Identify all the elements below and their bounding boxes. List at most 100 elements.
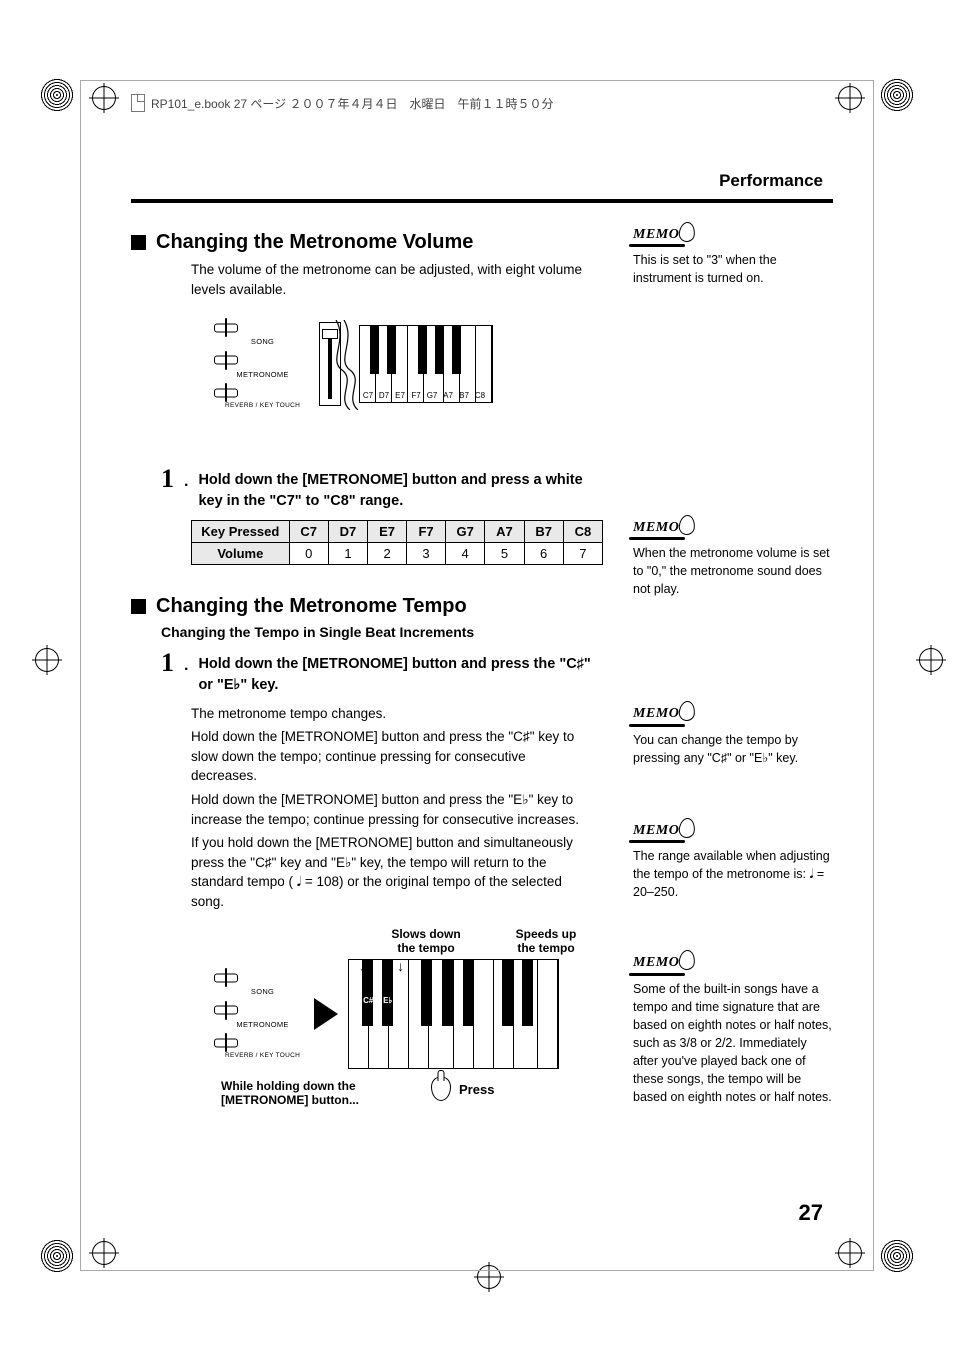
key-label: E7 xyxy=(392,391,408,400)
registration-circle-icon xyxy=(40,78,74,112)
key-label: D7 xyxy=(376,391,392,400)
keyboard-icon: ↓ ↓ C# E xyxy=(348,959,559,1069)
section-header: Performance xyxy=(131,171,833,197)
heading-bullet-icon xyxy=(131,599,146,614)
cell: 3 xyxy=(407,542,446,564)
memo-text: Some of the built-in songs have a tempo … xyxy=(633,980,833,1107)
metronome-button-icon xyxy=(225,1001,227,1020)
key-letters: C7 D7 E7 F7 G7 A7 B7 C8 xyxy=(360,391,492,400)
tempo-body: The metronome tempo changes. Hold down t… xyxy=(191,704,593,912)
step-text: Hold down the [METRONOME] button and pre… xyxy=(198,466,603,512)
p: Hold down the [METRONOME] button and pre… xyxy=(191,727,593,786)
page-number: 27 xyxy=(799,1200,823,1226)
cell: 7 xyxy=(563,542,602,564)
arrow-right-icon xyxy=(314,998,338,1030)
button-panel-icon: SONG METRONOME REVERB / KEY TOUCH xyxy=(221,963,304,1066)
heading-text: Changing the Metronome Volume xyxy=(156,231,473,254)
row-header: Volume xyxy=(192,542,290,564)
reverb-button-icon xyxy=(225,383,227,402)
col-header: E7 xyxy=(368,520,407,542)
song-button-icon xyxy=(225,968,227,987)
reverb-button-icon xyxy=(225,1033,227,1052)
hold-label: While holding down the [METRONOME] butto… xyxy=(221,1079,371,1107)
song-label: SONG xyxy=(225,338,300,346)
header-rule xyxy=(131,199,833,203)
p: Hold down the [METRONOME] button and pre… xyxy=(191,790,593,829)
registration-circle-icon xyxy=(880,1239,914,1273)
step-1-volume: 1. Hold down the [METRONOME] button and … xyxy=(161,466,603,512)
table-row: Key Pressed C7 D7 E7 F7 G7 A7 B7 C8 xyxy=(192,520,603,542)
key-label: F7 xyxy=(408,391,424,400)
page-frame: RP101_e.book 27 ページ ２００７年４月４日 水曜日 午前１１時５… xyxy=(80,80,874,1271)
row-header: Key Pressed xyxy=(192,520,290,542)
col-header: G7 xyxy=(445,520,484,542)
p: If you hold down the [METRONOME] button … xyxy=(191,833,593,911)
key-label: G7 xyxy=(424,391,440,400)
hand-press-icon xyxy=(431,1077,451,1101)
eflat-label: E♭ xyxy=(383,996,392,1005)
metronome-button-icon xyxy=(225,351,227,370)
keyboard-icon: C7 D7 E7 F7 G7 A7 B7 C8 xyxy=(359,325,493,403)
volume-table: Key Pressed C7 D7 E7 F7 G7 A7 B7 C8 Volu… xyxy=(191,520,603,565)
metronome-label: METRONOME xyxy=(225,371,300,379)
memo-icon: MEMO xyxy=(633,704,693,724)
step-text: Hold down the [METRONOME] button and pre… xyxy=(198,650,603,696)
memo-icon: MEMO xyxy=(633,225,693,245)
step-1-tempo: 1. Hold down the [METRONOME] button and … xyxy=(161,650,603,696)
col-header: A7 xyxy=(485,520,524,542)
memo-icon: MEMO xyxy=(633,821,693,841)
step-number: 1 xyxy=(161,650,174,676)
figure-tempo-keys: Slows down the tempo Speeds up the tempo… xyxy=(221,927,603,1107)
memo: MEMO Some of the built-in songs have a t… xyxy=(633,953,833,1106)
cell: 2 xyxy=(368,542,407,564)
heading-text: Changing the Metronome Tempo xyxy=(156,595,467,618)
memo-text: The range available when adjusting the t… xyxy=(633,847,833,901)
keyboard-break-icon xyxy=(330,320,360,410)
key-label: B7 xyxy=(456,391,472,400)
col-header: B7 xyxy=(524,520,563,542)
registration-circle-icon xyxy=(880,78,914,112)
table-row: Volume 0 1 2 3 4 5 6 7 xyxy=(192,542,603,564)
col-header: C8 xyxy=(563,520,602,542)
memo-icon: MEMO xyxy=(633,518,693,538)
memo: MEMO The range available when adjusting … xyxy=(633,821,833,902)
key-label: C8 xyxy=(472,391,488,400)
memo-icon: MEMO xyxy=(633,953,693,973)
step-number: 1 xyxy=(161,466,174,492)
col-header: D7 xyxy=(328,520,367,542)
press-label: Press xyxy=(459,1082,494,1097)
button-panel-icon: SONG METRONOME REVERB / KEY TOUCH xyxy=(221,313,304,416)
csharp-label: C# xyxy=(363,996,372,1005)
song-button-icon xyxy=(225,318,227,337)
heading-metronome-volume: Changing the Metronome Volume xyxy=(131,231,603,254)
reverb-label: REVERB / KEY TOUCH xyxy=(225,403,300,410)
key-label: C7 xyxy=(360,391,376,400)
memo: MEMO When the metronome volume is set to… xyxy=(633,518,833,599)
cell: 0 xyxy=(289,542,328,564)
memo-text: You can change the tempo by pressing any… xyxy=(633,731,833,767)
memo-text: When the metronome volume is set to "0,"… xyxy=(633,544,833,598)
subheading: Changing the Tempo in Single Beat Increm… xyxy=(161,624,603,640)
memo-text: This is set to "3" when the instrument i… xyxy=(633,251,833,287)
p: The metronome tempo changes. xyxy=(191,704,593,724)
heading-metronome-tempo: Changing the Metronome Tempo xyxy=(131,595,603,618)
document-icon xyxy=(131,94,145,112)
intro-text: The volume of the metronome can be adjus… xyxy=(191,260,603,299)
col-header: C7 xyxy=(289,520,328,542)
memo: MEMO You can change the tempo by pressin… xyxy=(633,704,833,767)
running-head-text: RP101_e.book 27 ページ ２００７年４月４日 水曜日 午前１１時５… xyxy=(151,95,554,112)
arrow-down-icon: ↓ xyxy=(397,958,404,974)
fast-label: Speeds up the tempo xyxy=(506,927,586,955)
heading-bullet-icon xyxy=(131,235,146,250)
col-header: F7 xyxy=(407,520,446,542)
key-label: A7 xyxy=(440,391,456,400)
running-head: RP101_e.book 27 ページ ２００７年４月４日 水曜日 午前１１時５… xyxy=(131,94,554,112)
cell: 4 xyxy=(445,542,484,564)
cell: 6 xyxy=(524,542,563,564)
figure-volume-keys: SONG METRONOME REVERB / KEY TOUCH xyxy=(221,313,493,416)
memo: MEMO This is set to "3" when the instrum… xyxy=(633,225,833,288)
registration-circle-icon xyxy=(40,1239,74,1273)
cell: 1 xyxy=(328,542,367,564)
slow-label: Slows down the tempo xyxy=(386,927,466,955)
cell: 5 xyxy=(485,542,524,564)
